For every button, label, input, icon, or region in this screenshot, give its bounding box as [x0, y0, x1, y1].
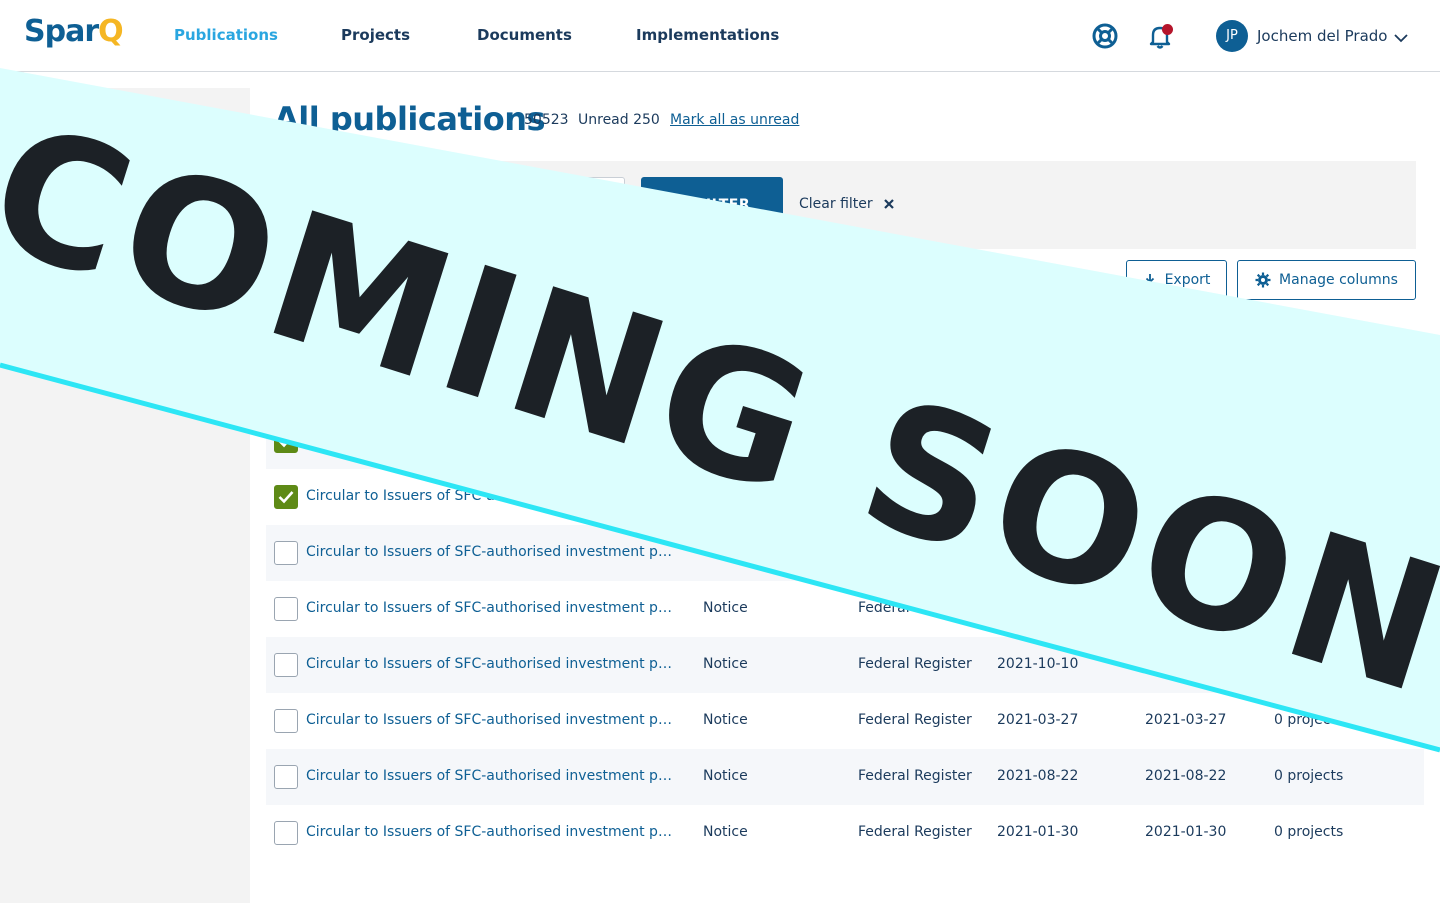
row-checkbox[interactable]	[274, 485, 298, 509]
column-label: Embedment	[1274, 328, 1369, 344]
row-checkbox[interactable]	[274, 597, 298, 621]
upload-date-cell: 2021-07-12	[1145, 375, 1227, 391]
sidebar-item-label[interactable]: ...gs	[104, 98, 134, 114]
embedment-cell: 0 projects	[1274, 375, 1344, 391]
source-cell: Federal Register	[858, 656, 972, 672]
manage-columns-button[interactable]: Manage columns	[1237, 260, 1416, 300]
notification-dot	[1162, 24, 1173, 35]
publish-date-cell: 2021-01-30	[997, 824, 1079, 840]
search-input[interactable]	[329, 178, 619, 232]
table-row[interactable]: Circular to Issuers of SFC-authorised in…	[266, 749, 1424, 805]
clear-filter-label: Clear filter	[799, 196, 873, 212]
nav-projects[interactable]: Projects	[341, 26, 410, 44]
column-embedment[interactable]: Embedment	[1274, 328, 1385, 344]
column-label: Publish date	[997, 328, 1096, 344]
column-publish-date[interactable]: Publish date	[997, 328, 1112, 344]
sparq-logo[interactable]: SparQ	[24, 14, 124, 49]
publish-date-cell: 2021-03-27	[997, 712, 1079, 728]
source-cell: Federal Register	[858, 600, 972, 616]
logo-accent: Q	[98, 14, 123, 49]
table-row[interactable]: Circular to Issuers of SFC-authorised in…	[266, 637, 1424, 693]
column-label: Upload date	[1144, 328, 1240, 344]
user-name[interactable]: Jochem del Prado	[1257, 27, 1388, 45]
type-cell: Notice	[703, 600, 748, 616]
check-icon	[278, 435, 294, 448]
nav-publications[interactable]: Publications	[174, 26, 278, 44]
close-icon	[884, 199, 894, 209]
nav-implementations[interactable]: Implementations	[636, 26, 779, 44]
bell-icon[interactable]	[1146, 22, 1174, 50]
table-row[interactable]: 2021-07-12 0 projects	[266, 356, 1424, 412]
table-row[interactable]: Circular to Issuers of SFC-authorised in…	[266, 581, 1424, 637]
table-row[interactable]	[266, 413, 1424, 469]
sidebar-header	[24, 72, 250, 88]
publication-count: 50523	[524, 112, 569, 128]
sort-asc-icon	[1374, 328, 1385, 344]
gear-icon	[1255, 272, 1271, 288]
publication-title-link[interactable]: Circular to Issuers of SFC-authorised in…	[306, 600, 676, 616]
publish-date-cell: 2021-10-10	[997, 656, 1079, 672]
filter-button[interactable]: FILTER	[641, 177, 783, 233]
sidebar: ...gs	[0, 72, 250, 903]
publication-title-link[interactable]: Circular to Issuers of SFC-authorised in…	[306, 488, 676, 504]
top-navigation: SparQ Publications Projects Documents Im…	[0, 0, 1440, 72]
download-icon	[1144, 274, 1156, 287]
row-checkbox[interactable]	[274, 429, 298, 453]
upload-date-cell: 2021-03-27	[1145, 712, 1227, 728]
type-cell: Notice	[703, 656, 748, 672]
search-box[interactable]	[290, 177, 625, 233]
row-checkbox[interactable]	[274, 821, 298, 845]
upload-date-cell: 2021-08-22	[1145, 768, 1227, 784]
unread-count: Unread 250	[578, 112, 660, 128]
filter-button-label: FILTER	[695, 197, 751, 213]
avatar[interactable]: JP	[1216, 20, 1248, 52]
manage-columns-label: Manage columns	[1279, 272, 1398, 288]
page-title: All publications	[274, 100, 546, 138]
publication-title-link[interactable]: Circular to Issuers of SFC-authorised in…	[306, 544, 676, 560]
nav-documents[interactable]: Documents	[477, 26, 572, 44]
export-label: Export	[1164, 272, 1211, 288]
embedment-cell: 0 projects	[1274, 824, 1344, 840]
chevron-down-icon[interactable]	[1393, 29, 1409, 48]
export-button[interactable]: Export	[1126, 260, 1227, 300]
table-row[interactable]: Circular to Issuers of SFC-authorised in…	[266, 693, 1424, 749]
upload-date-cell: 2021-01-30	[1145, 824, 1227, 840]
table-row[interactable]: Circular to Issuers of SFC-authorised in…	[266, 525, 1424, 581]
row-checkbox[interactable]	[274, 541, 298, 565]
source-cell: Federal Register	[858, 824, 972, 840]
table-row[interactable]: Circular to Issuers of SFC-authorised in…	[266, 469, 1424, 525]
source-cell: Federal Register	[858, 768, 972, 784]
embedment-cell: 0 projects	[1274, 768, 1344, 784]
sort-asc-icon	[1245, 328, 1256, 344]
lifebuoy-icon[interactable]	[1091, 22, 1119, 50]
row-checkbox[interactable]	[274, 653, 298, 677]
check-icon	[278, 491, 294, 504]
search-icon	[305, 197, 323, 219]
source-cell: Federal Register	[858, 712, 972, 728]
clear-filter-button[interactable]: Clear filter	[799, 196, 895, 212]
table-row[interactable]: Circular to Issuers of SFC-authorised in…	[266, 805, 1424, 861]
publication-title-link[interactable]: Circular to Issuers of SFC-authorised in…	[306, 656, 676, 672]
publication-title-link[interactable]: Circular to Issuers of SFC-authorised in…	[306, 824, 676, 840]
funnel-icon	[674, 199, 689, 211]
publication-title-link[interactable]: Circular to Issuers of SFC-authorised in…	[306, 768, 676, 784]
logo-main: Spar	[24, 14, 99, 49]
type-cell: Notice	[703, 768, 748, 784]
publish-date-cell: 2021-08-22	[997, 768, 1079, 784]
type-cell: Notice	[703, 824, 748, 840]
sort-desc-icon	[1101, 328, 1112, 344]
embedment-cell: 0 projects	[1274, 712, 1344, 728]
column-upload-date[interactable]: Upload date	[1144, 328, 1256, 344]
row-checkbox[interactable]	[274, 709, 298, 733]
publication-title-link[interactable]: Circular to Issuers of SFC-authorised in…	[306, 712, 676, 728]
type-cell: Notice	[703, 712, 748, 728]
row-checkbox[interactable]	[274, 765, 298, 789]
mark-all-unread-link[interactable]: Mark all as unread	[670, 112, 799, 128]
